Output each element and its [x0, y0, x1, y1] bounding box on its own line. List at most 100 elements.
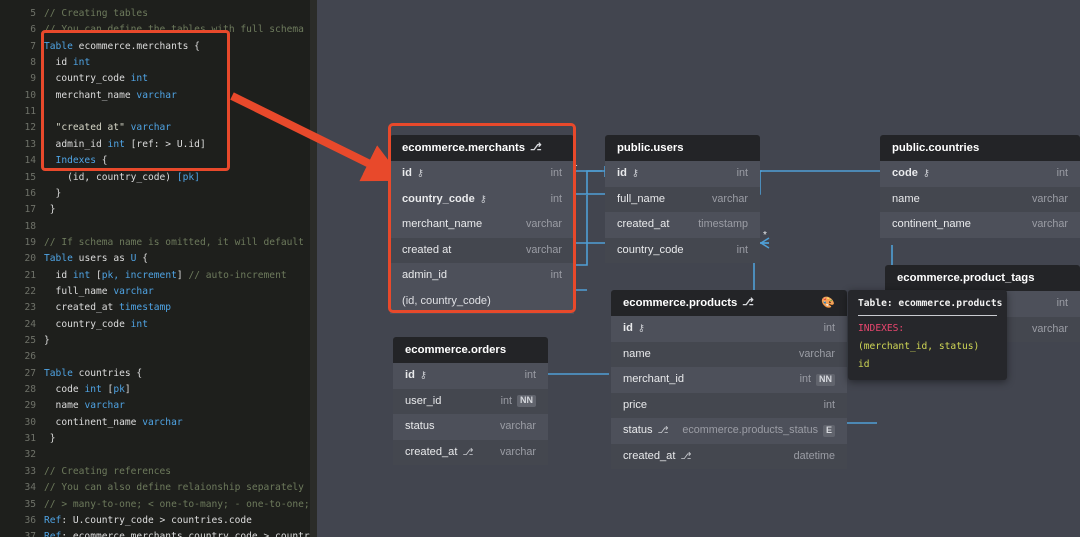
table-column-row[interactable]: id ⚷ int	[393, 363, 548, 389]
table-column-row[interactable]: price int	[611, 392, 847, 418]
column-name: created_at	[617, 218, 670, 230]
erd-table-public-countries[interactable]: public.countries code ⚷ int name varchar conti…	[880, 135, 1080, 238]
column-type: varchar	[499, 445, 536, 458]
line-number: 34	[24, 482, 36, 494]
line-number: 10	[24, 89, 36, 101]
line-content: Table countries {	[44, 367, 143, 379]
line-number: 19	[24, 236, 36, 248]
table-column-row[interactable]: code ⚷ int	[880, 161, 1080, 187]
table-column-row[interactable]: name varchar	[880, 186, 1080, 212]
column-name: status	[405, 420, 435, 432]
table-name: ecommerce.products	[623, 297, 738, 309]
line-number: 7	[30, 40, 36, 52]
table-column-row[interactable]: country_code ⚷ int	[390, 186, 574, 212]
primary-key-icon: ⚷	[631, 168, 639, 179]
line-number: 35	[24, 498, 36, 510]
line-content: continent_name varchar	[44, 416, 183, 428]
column-name: id	[623, 322, 633, 334]
column-type: int	[736, 167, 748, 179]
tooltip-index-2: id	[858, 359, 870, 370]
tooltip-index-1: (merchant_id, status)	[858, 341, 980, 352]
line-content: // Creating tables	[44, 8, 148, 19]
column-type: varchar	[711, 192, 748, 205]
line-number: 20	[24, 253, 36, 265]
column-name: country_code	[402, 192, 475, 205]
table-tooltip: Table: ecommerce.products INDEXES: (merc…	[848, 290, 1007, 380]
line-number: 33	[24, 465, 36, 477]
column-type: int	[823, 322, 835, 334]
column-type: ecommerce.products_status	[682, 424, 818, 436]
column-type: int	[550, 192, 562, 205]
erd-table-public-users[interactable]: public.users id ⚷ int full_name varchar create…	[605, 135, 760, 263]
line-content: merchant_name varchar	[44, 89, 177, 101]
line-number: 25	[24, 335, 36, 346]
line-content: }	[44, 187, 62, 199]
table-column-row[interactable]: name varchar	[611, 341, 847, 367]
column-note-icon[interactable]: ⎇	[680, 444, 691, 470]
table-column-row[interactable]: user_id int NN	[393, 388, 548, 414]
table-column-row[interactable]: id ⚷ int	[605, 161, 760, 187]
line-content: id int	[44, 57, 91, 69]
line-content: }	[44, 433, 56, 445]
column-type: varchar	[1031, 218, 1068, 230]
erd-table-ecommerce-orders[interactable]: ecommerce.orders id ⚷ int user_id int NN status…	[393, 337, 548, 465]
column-type: int	[799, 373, 811, 385]
table-header[interactable]: ecommerce.orders	[393, 337, 548, 363]
table-column-row[interactable]: merchant_id int NN	[611, 367, 847, 393]
line-content: Ref: ecommerce.merchants.country_code > …	[44, 531, 317, 537]
column-type: varchar	[1031, 192, 1068, 205]
table-column-row[interactable]: created_at ⎇ varchar	[393, 439, 548, 466]
line-number: 21	[24, 269, 36, 281]
table-column-row[interactable]: created_at timestamp	[605, 212, 760, 238]
table-column-row[interactable]: admin_id int	[390, 263, 574, 289]
table-header[interactable]: public.countries	[880, 135, 1080, 161]
erd-table-ecommerce-merchants[interactable]: ecommerce.merchants ⎇ id ⚷ int country_code ⚷ i…	[390, 135, 574, 314]
table-column-row[interactable]: id ⚷ int	[611, 316, 847, 342]
column-type: varchar	[1031, 322, 1068, 335]
column-name: created_at	[623, 449, 676, 462]
table-column-row[interactable]: country_code int	[605, 237, 760, 263]
table-column-row[interactable]: id ⚷ int	[390, 161, 574, 187]
column-type: varchar	[499, 420, 536, 432]
column-type: int	[550, 269, 562, 281]
column-name: admin_id	[402, 269, 448, 281]
column-name: full_name	[617, 192, 666, 205]
table-header[interactable]: ecommerce.merchants ⎇	[390, 135, 574, 161]
table-header[interactable]: ecommerce.product_tags	[885, 265, 1080, 291]
line-number: 24	[24, 318, 36, 330]
column-note-icon[interactable]: ⎇	[658, 418, 669, 444]
table-header[interactable]: public.users	[605, 135, 760, 161]
column-note-icon[interactable]: ⎇	[462, 440, 473, 466]
table-column-row[interactable]: full_name varchar	[605, 186, 760, 212]
table-column-row[interactable]: created_at ⎇ datetime	[611, 443, 847, 470]
table-column-row[interactable]: status ⎇ ecommerce.products_status E	[611, 418, 847, 444]
index-definition: (id, country_code)	[402, 294, 491, 307]
line-content: country_code int	[44, 318, 148, 330]
table-column-row[interactable]: continent_name varchar	[880, 212, 1080, 238]
column-name: country_code	[617, 243, 684, 256]
column-name: created_at	[405, 445, 458, 458]
palette-icon[interactable]: 🎨	[821, 290, 835, 316]
table-column-row[interactable]: status varchar	[393, 414, 548, 440]
table-column-row[interactable]: created at varchar	[390, 237, 574, 263]
table-index-row[interactable]: (id, country_code)	[390, 288, 574, 314]
note-icon[interactable]: ⎇	[742, 290, 754, 316]
column-type: int	[524, 369, 536, 381]
column-name: continent_name	[892, 218, 971, 230]
primary-key-icon: ⚷	[637, 323, 645, 334]
table-header[interactable]: ecommerce.products ⎇ 🎨	[611, 290, 847, 316]
table-column-row[interactable]: merchant_name varchar	[390, 212, 574, 238]
line-number: 8	[30, 57, 36, 69]
erd-canvas[interactable]: 1 * 1 * 1 * 1 1 ecommerce.merchants⎇id⚷i…	[317, 0, 1080, 537]
column-name: merchant_name	[402, 218, 483, 230]
note-icon[interactable]: ⎇	[530, 135, 542, 161]
line-content: Ref: U.country_code > countries.code	[44, 514, 252, 526]
table-name: ecommerce.product_tags	[897, 272, 1035, 284]
line-number: 13	[24, 138, 36, 150]
cardinality-label: *	[763, 230, 767, 241]
line-number: 15	[24, 171, 36, 183]
column-name: user_id	[405, 394, 442, 407]
erd-table-ecommerce-products[interactable]: ecommerce.products ⎇ 🎨 id ⚷ int name varchar mer…	[611, 290, 847, 469]
editor-canvas-divider[interactable]	[310, 0, 317, 537]
code-editor-pane[interactable]: 5 // Creating tables 6 // You can define th…	[0, 0, 317, 537]
